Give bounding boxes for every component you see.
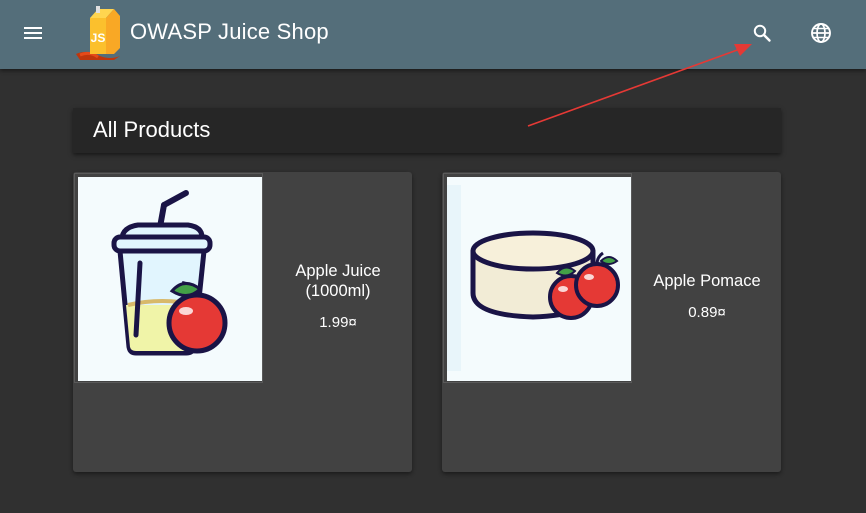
product-name-line2: (1000ml): [305, 282, 371, 300]
juice-cup-icon: [111, 190, 228, 356]
pomace-cake-icon: [447, 185, 620, 371]
products-heading-bar: All Products: [73, 108, 781, 153]
search-icon: [753, 24, 771, 42]
product-card-apple-juice[interactable]: Apple Juice (1000ml) 1.99¤: [73, 172, 412, 472]
juice-shop-logo[interactable]: JS: [74, 4, 126, 60]
search-button[interactable]: [744, 15, 780, 51]
product-image-frame: [443, 173, 632, 383]
product-price: 1.99¤: [319, 314, 357, 331]
apple-pomace-image: [447, 177, 631, 381]
product-card-apple-pomace[interactable]: Apple Pomace 0.89¤: [442, 172, 781, 472]
product-info: Apple Pomace 0.89¤: [633, 172, 781, 472]
product-info: Apple Juice (1000ml) 1.99¤: [264, 172, 412, 472]
language-icon: [811, 23, 831, 43]
product-image-frame: [74, 173, 263, 383]
menu-icon: [24, 27, 42, 39]
top-toolbar: JS OWASP Juice Shop: [0, 0, 866, 69]
logo-lettering: JS: [91, 31, 106, 45]
menu-button[interactable]: [15, 15, 51, 51]
app-title[interactable]: OWASP Juice Shop: [130, 17, 329, 47]
language-button[interactable]: [803, 15, 839, 51]
product-price: 0.89¤: [688, 304, 726, 321]
page-title: All Products: [93, 117, 211, 142]
juice-carton-logo-icon: JS: [76, 6, 120, 60]
product-name-line1: Apple Juice: [295, 262, 381, 280]
apple-juice-image: [78, 177, 262, 381]
product-name-line1: Apple Pomace: [653, 272, 761, 290]
